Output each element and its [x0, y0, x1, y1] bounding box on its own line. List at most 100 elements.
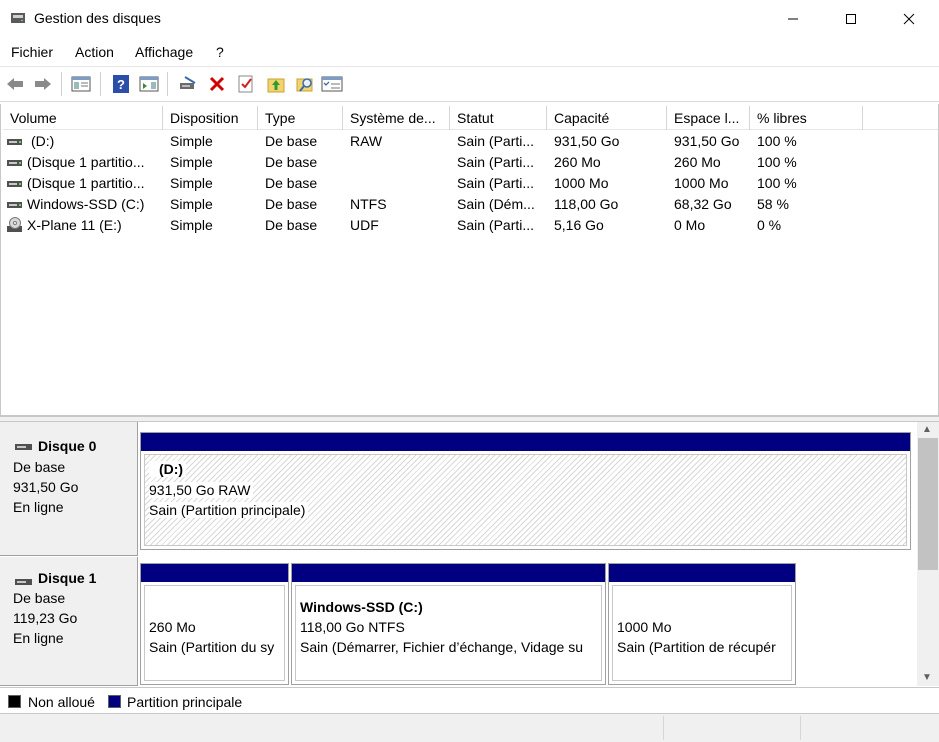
partition-title: (D:): [149, 461, 187, 477]
disk-icon: [15, 438, 33, 454]
drive-icon: [7, 198, 23, 214]
partition-body: 1000 Mo Sain (Partition de récupér: [612, 585, 792, 681]
column-header-empty: [863, 106, 938, 130]
graphical-view-scrollbar[interactable]: ▲ ▼: [917, 422, 939, 686]
menu-action[interactable]: Action: [75, 44, 114, 60]
scrollbar-thumb[interactable]: [918, 438, 938, 570]
legend: Non alloué Partition principale: [0, 687, 939, 714]
volume-list: Volume Disposition Type Système de... St…: [0, 104, 939, 416]
partition-recovery[interactable]: 1000 Mo Sain (Partition de récupér: [608, 563, 796, 685]
cd-drive-icon: [7, 217, 23, 236]
column-header-volume[interactable]: Volume: [3, 106, 163, 130]
cell-free-space: 0 Mo: [674, 217, 706, 233]
disk-management-app-icon: [10, 11, 26, 25]
partition-status: Sain (Démarrer, Fichier d’échange, Vidag…: [300, 639, 584, 655]
partition-efi[interactable]: 260 Mo Sain (Partition du sy: [140, 563, 289, 685]
partition-windows-ssd[interactable]: Windows-SSD (C:) 118,00 Go NTFS Sain (Dé…: [291, 563, 606, 685]
cell-status: Sain (Parti...: [457, 133, 535, 149]
column-header-status[interactable]: Statut: [450, 106, 547, 130]
partition-d[interactable]: (D:) 931,50 Go RAW Sain (Partition princ…: [140, 432, 911, 550]
partition-title: Windows-SSD (C:): [300, 599, 423, 615]
delete-icon[interactable]: [206, 73, 228, 95]
cell-type: De base: [265, 133, 318, 149]
cell-capacity: 931,50 Go: [554, 133, 620, 149]
cell-volume: (Disque 1 partitio...: [27, 175, 145, 191]
action-pane-icon[interactable]: [138, 73, 160, 95]
table-row[interactable]: (Disque 1 partitio... Simple De base Sai…: [3, 152, 938, 173]
menu-affichage[interactable]: Affichage: [135, 44, 193, 60]
svg-text:?: ?: [117, 77, 125, 92]
partition-color-bar: [292, 564, 605, 582]
cell-filesystem: NTFS: [350, 196, 387, 212]
column-header-filesystem[interactable]: Système de...: [343, 106, 450, 130]
cell-percent-free: 58 %: [757, 196, 789, 212]
cell-disposition: Simple: [170, 196, 213, 212]
column-header-free-space[interactable]: Espace l...: [667, 106, 750, 130]
legend-label-unallocated: Non alloué: [28, 694, 95, 710]
connect-disk-icon[interactable]: [177, 73, 199, 95]
scroll-down-icon[interactable]: ▼: [922, 672, 932, 683]
partition-color-bar: [609, 564, 795, 582]
menu-help[interactable]: ?: [216, 44, 224, 60]
column-header-capacity[interactable]: Capacité: [547, 106, 667, 130]
partition-body: (D:) 931,50 Go RAW Sain (Partition princ…: [144, 454, 907, 546]
partition-body: Windows-SSD (C:) 118,00 Go NTFS Sain (Dé…: [295, 585, 602, 681]
disk-name: Disque 0: [38, 438, 97, 454]
cell-volume: (D:): [31, 133, 55, 149]
partition-size: 260 Mo: [149, 619, 196, 635]
cell-free-space: 68,32 Go: [674, 196, 732, 212]
cell-disposition: Simple: [170, 154, 213, 170]
legend-swatch-primary-partition: [108, 695, 121, 708]
up-folder-icon[interactable]: [265, 73, 287, 95]
cell-type: De base: [265, 217, 318, 233]
cell-type: De base: [265, 175, 318, 191]
disk-0-label[interactable]: Disque 0 De base 931,50 Go En ligne: [0, 422, 138, 556]
help-icon[interactable]: ?: [110, 73, 132, 95]
cell-filesystem: RAW: [350, 133, 383, 149]
cell-free-space: 260 Mo: [674, 154, 721, 170]
drive-icon: [7, 177, 23, 193]
cell-status: Sain (Parti...: [457, 175, 535, 191]
cell-capacity: 5,16 Go: [554, 217, 604, 233]
search-icon[interactable]: [294, 73, 316, 95]
column-header-disposition[interactable]: Disposition: [163, 106, 258, 130]
toolbar: ?: [0, 67, 939, 102]
cell-capacity: 118,00 Go: [554, 196, 619, 212]
disk-1-label[interactable]: Disque 1 De base 119,23 Go En ligne: [0, 557, 138, 686]
partition-status: Sain (Partition du sy: [149, 639, 275, 655]
cell-status: Sain (Dém...: [457, 196, 535, 212]
cell-filesystem: UDF: [350, 217, 379, 233]
check-icon[interactable]: [235, 73, 257, 95]
forward-icon[interactable]: [32, 73, 54, 95]
partition-size: 118,00 Go NTFS: [300, 619, 405, 635]
disk-size: 119,23 Go: [13, 610, 78, 626]
cell-capacity: 260 Mo: [554, 154, 601, 170]
menu-fichier[interactable]: Fichier: [11, 44, 53, 60]
cell-free-space: 931,50 Go: [674, 133, 740, 149]
partition-size: 1000 Mo: [617, 619, 672, 635]
table-row[interactable]: (Disque 1 partitio... Simple De base Sai…: [3, 173, 938, 194]
disk-type: De base: [13, 459, 66, 475]
back-icon[interactable]: [4, 73, 26, 95]
properties-pane-icon[interactable]: [70, 73, 92, 95]
minimize-button[interactable]: [770, 0, 816, 38]
partition-color-bar: [141, 433, 910, 451]
scroll-up-icon[interactable]: ▲: [922, 424, 932, 435]
partition-color-bar: [141, 564, 288, 582]
partition-size: 931,50 Go RAW: [149, 482, 254, 498]
disk-state: En ligne: [13, 499, 64, 515]
table-row[interactable]: Windows-SSD (C:) Simple De base NTFS Sai…: [3, 194, 938, 215]
column-header-percent-free[interactable]: % libres: [750, 106, 863, 130]
column-header-type[interactable]: Type: [258, 106, 343, 130]
list-view-icon[interactable]: [321, 73, 343, 95]
cell-free-space: 1000 Mo: [674, 175, 729, 191]
disk-state: En ligne: [13, 630, 64, 646]
maximize-button[interactable]: [828, 0, 874, 38]
cell-capacity: 1000 Mo: [554, 175, 609, 191]
cell-status: Sain (Parti...: [457, 154, 535, 170]
cell-percent-free: 100 %: [757, 154, 797, 170]
table-row[interactable]: X-Plane 11 (E:) Simple De base UDF Sain …: [3, 215, 938, 236]
table-row[interactable]: (D:) Simple De base RAW Sain (Parti... 9…: [3, 131, 938, 152]
disk-size: 931,50 Go: [13, 479, 79, 495]
close-button[interactable]: [886, 0, 932, 38]
